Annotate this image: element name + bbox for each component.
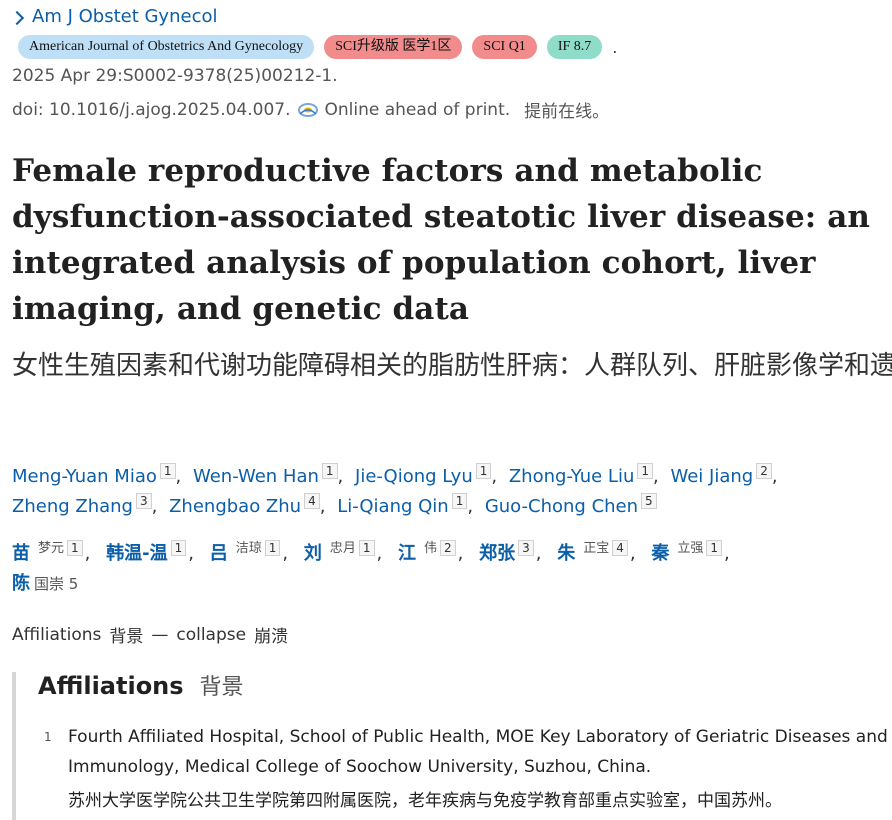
author-given-zh: 立强: [677, 541, 704, 556]
author-link[interactable]: Zhong-Yue Liu: [509, 466, 635, 487]
journal-name[interactable]: Am J Obstet Gynecol: [32, 6, 217, 27]
affiliation-item: 1 Fourth Affiliated Hospital, School of …: [38, 722, 892, 816]
author-item: Zhong-Yue Liu 1: [509, 463, 654, 487]
journal-link[interactable]: Am J Obstet Gynecol: [9, 6, 217, 27]
author-given-zh: 洁琼: [235, 541, 262, 556]
author-list: Meng-Yuan Miao 1, Wen-Wen Han 1, Jie-Qiong…: [12, 463, 778, 517]
doi-text: doi: 10.1016/j.ajog.2025.04.007.: [12, 99, 291, 120]
sci-quartile-badge[interactable]: SCI Q1: [472, 35, 537, 59]
affiliations-toggle[interactable]: Affiliations 背景 — collapse 崩溃: [12, 622, 288, 648]
author-item: Guo-Chong Chen 5: [485, 493, 657, 517]
affiliation-number: 1: [44, 730, 52, 744]
author-given-zh: 国崇 5: [34, 575, 79, 593]
affiliation-ref[interactable]: 1: [451, 493, 468, 509]
affiliation-ref[interactable]: 3: [518, 540, 534, 556]
author-link-zh[interactable]: 朱: [557, 543, 575, 564]
author-item: Wei Jiang 2: [670, 463, 772, 487]
affiliation-ref[interactable]: 1: [170, 540, 187, 556]
author-given-zh: 梦元: [38, 541, 65, 556]
affiliation-ref[interactable]: 1: [637, 463, 654, 479]
author-list-zh: 苗梦元 1, 韩温-温 1, 吕洁琼 1, 刘忠月 1, 江伟2, 郑张 3, 朱正宝 4,…: [12, 540, 730, 594]
affiliation-ref[interactable]: 4: [612, 540, 628, 556]
affiliation-ref[interactable]: 3: [135, 493, 152, 509]
affiliation-ref[interactable]: 1: [67, 540, 83, 556]
toggle-dash: —: [151, 624, 169, 645]
collapse-action-zh[interactable]: 崩溃: [254, 622, 288, 647]
author-link-zh[interactable]: 苗: [12, 543, 30, 564]
author-link-zh[interactable]: 韩温-温: [106, 543, 167, 564]
affiliation-ref[interactable]: 5: [641, 493, 657, 509]
affiliation-text: Fourth Affiliated Hospital, School of Pu…: [68, 727, 888, 777]
author-given-zh: 伟: [423, 541, 437, 556]
affiliations-toggle-label-zh: 背景: [109, 627, 144, 647]
affiliation-ref[interactable]: 2: [439, 540, 456, 556]
affiliation-ref[interactable]: 1: [475, 463, 492, 479]
online-status-zh: 提前在线。: [524, 102, 610, 122]
sci-rank-badge[interactable]: SCI升级版 医学1区: [324, 35, 463, 59]
affiliations-section: Affiliations 背景 1 Fourth Affiliated Hospi…: [12, 672, 892, 820]
author-item: Wen-Wen Han 1: [193, 463, 338, 487]
journal-fullname-badge[interactable]: American Journal of Obstetrics And Gynec…: [18, 35, 315, 59]
author-link-zh[interactable]: 江: [398, 543, 416, 564]
affiliations-toggle-label: Affiliations: [12, 624, 102, 645]
author-given-zh: 忠月: [329, 541, 356, 556]
author-link[interactable]: Guo-Chong Chen: [485, 496, 638, 517]
author-link[interactable]: Zheng Zhang: [12, 496, 133, 517]
author-item: Meng-Yuan Miao 1: [12, 463, 176, 487]
full-text-link-icon[interactable]: [297, 102, 319, 118]
affiliation-text-zh: 苏州大学医学院公共卫生学院第四附属医院，老年疾病与免疫学教育部重点实验室，中国苏…: [68, 791, 782, 811]
collapse-action[interactable]: collapse: [176, 625, 246, 645]
online-status: Online ahead of print.: [324, 99, 511, 120]
author-link-zh[interactable]: 秦: [651, 543, 669, 564]
author-given-zh: 正宝: [583, 541, 610, 556]
author-item: Jie-Qiong Lyu 1: [355, 463, 492, 487]
affiliation-ref[interactable]: 1: [358, 540, 375, 556]
author-item: Zheng Zhang 3: [12, 493, 152, 517]
badge-trailer: .: [612, 37, 618, 57]
affiliation-ref[interactable]: 2: [756, 463, 772, 479]
chevron-right-icon: [9, 10, 25, 25]
author-link[interactable]: Wen-Wen Han: [193, 466, 319, 487]
author-item: Zhengbao Zhu 4: [169, 493, 320, 517]
author-link[interactable]: Jie-Qiong Lyu: [355, 466, 473, 487]
affiliation-ref[interactable]: 1: [321, 463, 338, 479]
doi-line: doi: 10.1016/j.ajog.2025.04.007. Online …: [12, 97, 610, 123]
affiliations-heading-zh: 背景: [199, 675, 244, 700]
affiliation-ref[interactable]: 1: [706, 540, 722, 556]
affiliation-ref[interactable]: 4: [304, 493, 320, 509]
author-link[interactable]: Zhengbao Zhu: [169, 496, 301, 517]
author-link-zh[interactable]: 郑张: [479, 543, 515, 564]
author-link-zh[interactable]: 刘: [304, 543, 322, 564]
journal-badges: American Journal of Obstetrics And Gynec…: [18, 35, 617, 59]
author-link[interactable]: Meng-Yuan Miao: [12, 466, 157, 487]
author-link-zh[interactable]: 吕: [210, 543, 228, 564]
affiliations-heading-text: Affiliations: [38, 672, 184, 700]
impact-factor-badge[interactable]: IF 8.7: [546, 35, 603, 59]
article-title-zh: 女性生殖因素和代谢功能障碍相关的脂肪性肝病：人群队列、肝脏影像学和遗传数据的综合…: [12, 351, 892, 381]
author-item: Li-Qiang Qin 1: [337, 493, 468, 517]
author-link-zh[interactable]: 陈: [12, 573, 30, 594]
article-title: Female reproductive factors and metaboli…: [12, 153, 871, 327]
affiliations-heading: Affiliations 背景: [38, 672, 892, 702]
citation: 2025 Apr 29:S0002-9378(25)00212-1.: [12, 66, 338, 86]
affiliation-ref[interactable]: 1: [159, 463, 176, 479]
author-link[interactable]: Wei Jiang: [670, 466, 753, 487]
affiliation-ref[interactable]: 1: [264, 540, 281, 556]
author-link[interactable]: Li-Qiang Qin: [337, 496, 449, 517]
